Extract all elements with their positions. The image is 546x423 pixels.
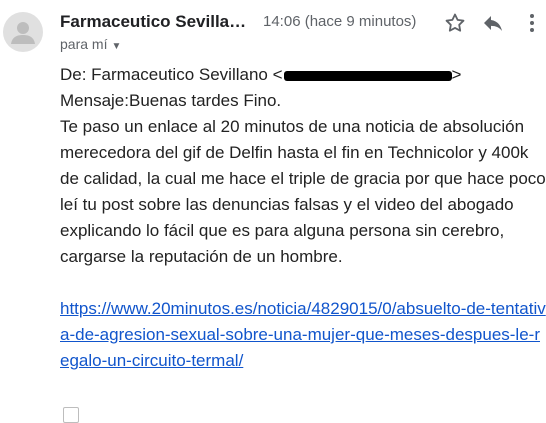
chevron-down-icon: ▼ bbox=[111, 41, 122, 52]
message-time: 14:06 (hace 9 minutos) bbox=[263, 13, 417, 30]
more-options-button[interactable] bbox=[520, 11, 544, 35]
redacted-email bbox=[283, 70, 452, 81]
from-line: De: Farmaceutico Sevillano < > bbox=[60, 62, 546, 88]
person-icon bbox=[11, 22, 35, 44]
recipient-toggle[interactable]: para mí ▼ bbox=[60, 36, 121, 52]
reply-button[interactable] bbox=[481, 11, 505, 35]
message-body: De: Farmaceutico Sevillano < > Mensaje:Bu… bbox=[60, 62, 546, 374]
message-paragraph: Te paso un enlace al 20 minutos de una n… bbox=[60, 117, 546, 266]
sender-avatar[interactable] bbox=[3, 12, 43, 52]
greeting-line: Mensaje:Buenas tardes Fino. bbox=[60, 91, 282, 110]
attachment-checkbox[interactable] bbox=[63, 407, 79, 423]
from-prefix: De: Farmaceutico Sevillano < bbox=[60, 65, 283, 84]
sender-name: Farmaceutico Sevillano bbox=[60, 12, 248, 31]
news-link[interactable]: https://www.20minutos.es/noticia/4829015… bbox=[60, 299, 546, 370]
recipient-label: para mí bbox=[60, 36, 108, 52]
star-button[interactable] bbox=[443, 11, 467, 35]
link-line: https://www.20minutos.es/noticia/4829015… bbox=[60, 296, 546, 374]
more-vert-icon bbox=[530, 14, 534, 32]
reply-icon bbox=[484, 16, 502, 31]
from-suffix: > bbox=[451, 65, 462, 84]
star-icon bbox=[445, 13, 465, 32]
